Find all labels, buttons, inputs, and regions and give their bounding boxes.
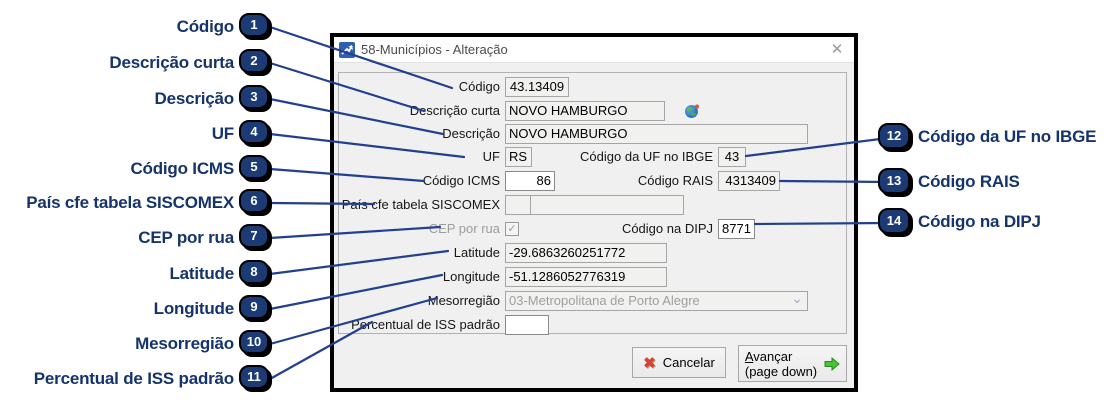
checkbox-check-icon: ✓ [507,223,517,235]
annotation-badge-11: 11 [239,365,269,389]
annotation-label-longitude: Longitude [153,299,235,318]
codigo-uf-ibge-label: Código da UF no IBGE [580,149,713,164]
longitude-field[interactable]: -51.1286052776319 [505,267,667,287]
annotation-badge-14: 14 [878,208,910,234]
annotation-label-cep-por-rua: CEP por rua [138,228,234,247]
annotation-label-descricao: Descrição [154,89,235,108]
cep-por-rua-label: CEP por rua [428,221,500,236]
descricao-curta-label: Descrição curta [409,103,500,118]
uf-field[interactable]: RS [505,147,532,167]
annotation-badge-10: 10 [239,330,269,354]
codigo-dipj-label: Código na DIPJ [621,221,713,236]
next-button-label: Avançar (page down) [744,348,818,379]
annotation-badge-4: 4 [239,120,269,144]
close-icon[interactable]: ✕ [826,40,848,60]
codigo-rais-label: Código RAIS [637,173,713,188]
annotation-badge-6: 6 [239,189,269,213]
annotation-label-mesorregiao: Mesorregião [135,334,234,353]
annotation-badge-12: 12 [878,123,910,149]
annotation-label-codigo-rais: Código RAIS [918,172,1020,191]
annotation-badge-2: 2 [239,49,269,73]
annotation-label-codigo: Código [176,17,235,36]
annotation-badge-9: 9 [239,295,269,319]
mesorregiao-dropdown[interactable]: 03-Metropolitana de Porto Alegre ⌄ [505,291,808,311]
descricao-label: Descrição [442,126,500,141]
pais-siscomex-code-field[interactable] [505,195,531,215]
latitude-field[interactable]: -29.6863260251772 [505,243,667,263]
titlebar[interactable]: 58-Municípios - Alteração ✕ [334,37,854,63]
cancel-button[interactable]: ✖ Cancelar [632,347,726,378]
annotation-label-pais-siscomex: País cfe tabela SISCOMEX [26,193,234,212]
codigo-dipj-field[interactable]: 8771 [718,219,755,239]
percentual-iss-label: Percentual de ISS padrão [351,317,500,332]
annotation-badge-7: 7 [239,224,269,248]
chevron-down-icon: ⌄ [791,291,803,306]
annotation-badge-5: 5 [239,155,269,179]
descricao-curta-field[interactable]: NOVO HAMBURGO [505,101,665,121]
screenshot-canvas: 58-Municípios - Alteração ✕ Código 43.13… [0,0,1117,407]
annotation-badge-13: 13 [878,168,910,194]
annotation-label-descricao-curta: Descrição curta [109,53,234,72]
cancel-button-label: Cancelar [662,355,715,370]
annotation-label-codigo-uf-ibge: Código da UF no IBGE [918,127,1097,146]
codigo-icms-label: Código ICMS [422,173,500,188]
cancel-x-icon: ✖ [643,354,656,372]
codigo-field[interactable]: 43.13409 [505,77,569,97]
annotation-label-percentual-iss: Percentual de ISS padrão [33,369,234,388]
codigo-rais-field[interactable]: 4313409 [718,171,780,191]
percentual-iss-field[interactable] [505,315,549,335]
annotation-label-codigo-dipj: Código na DIPJ [918,212,1041,231]
annotation-label-uf: UF [211,124,234,143]
annotation-badge-8: 8 [239,260,269,284]
dialog-municipios-alteracao: 58-Municípios - Alteração ✕ Código 43.13… [330,33,858,392]
app-icon [339,42,355,58]
uf-label: UF [482,149,500,164]
pais-siscomex-label: País cfe tabela SISCOMEX [341,197,500,212]
annotation-badge-3: 3 [239,85,269,109]
pais-siscomex-desc-field[interactable] [530,195,684,215]
codigo-label: Código [458,79,500,94]
mesorregiao-label: Mesorregião [427,293,500,308]
descricao-field[interactable]: NOVO HAMBURGO [505,124,808,144]
longitude-label: Longitude [442,269,500,284]
window-title: 58-Municípios - Alteração [361,42,508,57]
globe-icon[interactable] [684,103,700,119]
dialog-body: Código 43.13409 Descrição curta NOVO HAM… [334,64,854,388]
annotation-label-latitude: Latitude [169,264,234,283]
annotation-badge-1: 1 [239,13,269,37]
annotation-label-codigo-icms: Código ICMS [130,159,234,178]
latitude-label: Latitude [453,245,500,260]
next-button[interactable]: Avançar (page down) [738,345,847,382]
codigo-uf-ibge-field[interactable]: 43 [718,147,746,167]
cep-por-rua-checkbox[interactable]: ✓ [505,222,519,236]
arrow-right-icon [824,356,840,371]
mesorregiao-value: 03-Metropolitana de Porto Alegre [509,293,700,308]
